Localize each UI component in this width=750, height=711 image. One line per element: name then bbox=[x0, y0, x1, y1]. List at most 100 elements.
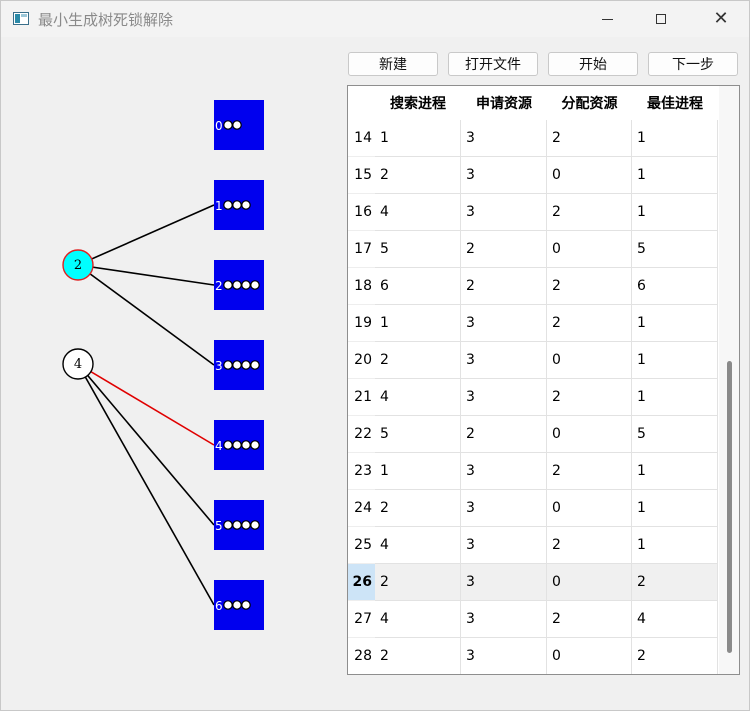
table-cell[interactable]: 4 bbox=[375, 601, 461, 638]
row-header[interactable]: 17 bbox=[348, 231, 375, 268]
column-header[interactable]: 申请资源 bbox=[461, 86, 547, 120]
table-cell[interactable]: 4 bbox=[375, 379, 461, 416]
table-cell[interactable]: 4 bbox=[632, 601, 718, 638]
row-header[interactable]: 26 bbox=[348, 564, 375, 601]
row-header[interactable]: 25 bbox=[348, 527, 375, 564]
table-cell[interactable]: 5 bbox=[632, 416, 718, 453]
title-bar[interactable]: 最小生成树死锁解除 ✕ bbox=[1, 1, 749, 37]
column-header[interactable]: 最佳进程 bbox=[632, 86, 718, 120]
table-cell[interactable]: 0 bbox=[547, 416, 632, 453]
table-cell[interactable]: 1 bbox=[375, 453, 461, 490]
table-cell[interactable]: 3 bbox=[461, 453, 547, 490]
scrollbar-thumb[interactable] bbox=[727, 361, 732, 653]
table-cell[interactable]: 0 bbox=[547, 490, 632, 527]
table-cell[interactable]: 1 bbox=[375, 305, 461, 342]
table-cell[interactable]: 6 bbox=[632, 268, 718, 305]
table-cell[interactable]: 2 bbox=[547, 194, 632, 231]
table-cell[interactable]: 5 bbox=[375, 231, 461, 268]
resource-node-4[interactable]: 4 bbox=[214, 420, 264, 470]
row-header[interactable]: 23 bbox=[348, 453, 375, 490]
table-cell[interactable]: 2 bbox=[547, 527, 632, 564]
maximize-button[interactable] bbox=[638, 1, 684, 37]
table-cell[interactable]: 3 bbox=[461, 379, 547, 416]
table-cell[interactable]: 2 bbox=[461, 268, 547, 305]
table-cell[interactable]: 2 bbox=[547, 601, 632, 638]
table-cell[interactable]: 2 bbox=[375, 157, 461, 194]
table-cell[interactable]: 3 bbox=[461, 194, 547, 231]
table-cell[interactable]: 2 bbox=[547, 268, 632, 305]
table-cell[interactable]: 0 bbox=[547, 638, 632, 674]
process-node-4[interactable]: 4 bbox=[62, 348, 94, 380]
resource-node-3[interactable]: 3 bbox=[214, 340, 264, 390]
close-button[interactable]: ✕ bbox=[698, 1, 744, 37]
table-cell[interactable]: 3 bbox=[461, 638, 547, 674]
table-cell[interactable]: 5 bbox=[375, 416, 461, 453]
table-cell[interactable]: 3 bbox=[461, 564, 547, 601]
row-header[interactable]: 22 bbox=[348, 416, 375, 453]
table-cell[interactable]: 3 bbox=[461, 342, 547, 379]
table-cell[interactable]: 3 bbox=[461, 527, 547, 564]
resource-node-2[interactable]: 2 bbox=[214, 260, 264, 310]
table-cell[interactable]: 4 bbox=[375, 194, 461, 231]
table-cell[interactable]: 2 bbox=[547, 453, 632, 490]
table-cell[interactable]: 2 bbox=[375, 342, 461, 379]
next-step-button[interactable]: 下一步 bbox=[648, 52, 738, 76]
table-cell[interactable]: 2 bbox=[461, 416, 547, 453]
table-cell[interactable]: 3 bbox=[461, 601, 547, 638]
table-cell[interactable]: 3 bbox=[461, 305, 547, 342]
column-header[interactable]: 搜索进程 bbox=[375, 86, 461, 120]
table-cell[interactable]: 3 bbox=[461, 490, 547, 527]
resource-node-6[interactable]: 6 bbox=[214, 580, 264, 630]
table-cell[interactable]: 2 bbox=[461, 231, 547, 268]
process-node-2[interactable]: 2 bbox=[62, 249, 94, 281]
table-cell[interactable]: 5 bbox=[632, 231, 718, 268]
table-cell[interactable]: 2 bbox=[547, 120, 632, 157]
resource-label: 1 bbox=[215, 199, 223, 213]
table-cell[interactable]: 0 bbox=[547, 157, 632, 194]
table-cell[interactable]: 0 bbox=[547, 342, 632, 379]
table-cell[interactable]: 1 bbox=[632, 120, 718, 157]
column-header[interactable]: 分配资源 bbox=[547, 86, 632, 120]
table-cell[interactable]: 1 bbox=[375, 120, 461, 157]
row-header[interactable]: 28 bbox=[348, 638, 375, 674]
table-cell[interactable]: 1 bbox=[632, 490, 718, 527]
step-table[interactable]: 搜索进程 申请资源 分配资源 最佳进程 14 1 3 2 1 15 2 3 0 1 16 4 3 2 1 17 5 2 0 5… bbox=[347, 85, 740, 675]
table-cell[interactable]: 0 bbox=[547, 564, 632, 601]
row-header[interactable]: 24 bbox=[348, 490, 375, 527]
table-cell[interactable]: 2 bbox=[632, 638, 718, 674]
row-header[interactable]: 21 bbox=[348, 379, 375, 416]
table-cell[interactable]: 1 bbox=[632, 379, 718, 416]
table-cell[interactable]: 2 bbox=[632, 564, 718, 601]
open-file-button[interactable]: 打开文件 bbox=[448, 52, 538, 76]
row-header[interactable]: 14 bbox=[348, 120, 375, 157]
table-cell[interactable]: 2 bbox=[547, 305, 632, 342]
resource-node-0[interactable]: 0 bbox=[214, 100, 264, 150]
table-cell[interactable]: 1 bbox=[632, 157, 718, 194]
table-cell[interactable]: 2 bbox=[547, 379, 632, 416]
vertical-scrollbar[interactable] bbox=[719, 86, 739, 674]
minimize-button[interactable] bbox=[584, 1, 630, 37]
table-cell[interactable]: 3 bbox=[461, 157, 547, 194]
row-header[interactable]: 18 bbox=[348, 268, 375, 305]
table-cell[interactable]: 2 bbox=[375, 564, 461, 601]
table-cell[interactable]: 0 bbox=[547, 231, 632, 268]
table-cell[interactable]: 2 bbox=[375, 638, 461, 674]
row-header[interactable]: 16 bbox=[348, 194, 375, 231]
row-header[interactable]: 20 bbox=[348, 342, 375, 379]
new-button[interactable]: 新建 bbox=[348, 52, 438, 76]
table-cell[interactable]: 1 bbox=[632, 453, 718, 490]
table-cell[interactable]: 1 bbox=[632, 305, 718, 342]
table-cell[interactable]: 2 bbox=[375, 490, 461, 527]
table-cell[interactable]: 3 bbox=[461, 120, 547, 157]
row-header[interactable]: 19 bbox=[348, 305, 375, 342]
table-cell[interactable]: 1 bbox=[632, 527, 718, 564]
table-cell[interactable]: 1 bbox=[632, 342, 718, 379]
resource-node-1[interactable]: 1 bbox=[214, 180, 264, 230]
row-header[interactable]: 15 bbox=[348, 157, 375, 194]
row-header[interactable]: 27 bbox=[348, 601, 375, 638]
resource-node-5[interactable]: 5 bbox=[214, 500, 264, 550]
table-cell[interactable]: 6 bbox=[375, 268, 461, 305]
start-button[interactable]: 开始 bbox=[548, 52, 638, 76]
table-cell[interactable]: 4 bbox=[375, 527, 461, 564]
table-cell[interactable]: 1 bbox=[632, 194, 718, 231]
